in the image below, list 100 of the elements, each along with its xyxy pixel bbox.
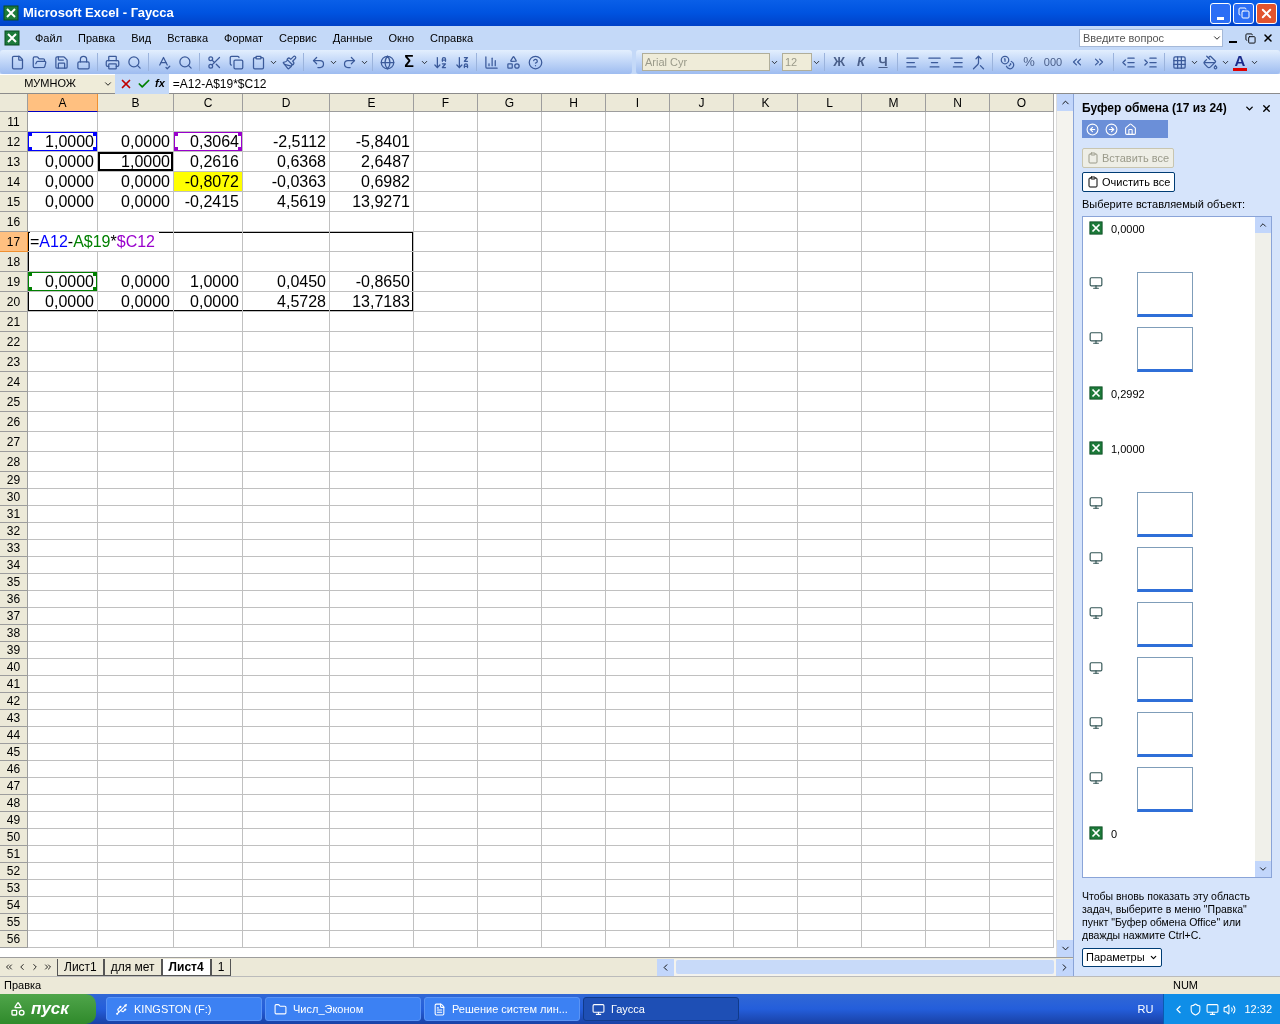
formula-editor[interactable]: =A12-A$19*$C12 — [30, 232, 159, 251]
column-header[interactable]: F — [414, 94, 478, 112]
clipboard-item[interactable]: 1,0000 — [1111, 440, 1145, 457]
row-header[interactable]: 49 — [0, 812, 28, 829]
column-header[interactable]: L — [798, 94, 862, 112]
sheet-tab[interactable]: для мет — [103, 958, 162, 976]
language-indicator[interactable]: RU — [1137, 1000, 1154, 1018]
menu-item[interactable]: Вставка — [160, 29, 215, 47]
row-header[interactable]: 16 — [0, 212, 28, 232]
thumbnail-image[interactable] — [1137, 326, 1193, 372]
clipboard-item[interactable]: 0,2992 — [1111, 385, 1145, 402]
row-header[interactable]: 19 — [0, 272, 28, 292]
row-header[interactable]: 46 — [0, 761, 28, 778]
help-search-box[interactable]: Введите вопрос — [1079, 29, 1223, 47]
taskbar-button[interactable]: KINGSTON (F:) — [106, 997, 262, 1021]
row-header[interactable]: 51 — [0, 846, 28, 863]
row-header[interactable]: 11 — [0, 112, 28, 132]
column-header[interactable]: G — [478, 94, 542, 112]
menu-item[interactable]: Сервис — [272, 29, 324, 47]
row-header[interactable]: 29 — [0, 472, 28, 489]
help-search-field[interactable]: Введите вопрос — [1080, 30, 1212, 46]
column-header[interactable]: O — [990, 94, 1054, 112]
volume-icon[interactable] — [1223, 1002, 1237, 1016]
row-header[interactable]: 37 — [0, 608, 28, 625]
row-header[interactable]: 33 — [0, 540, 28, 557]
row-header[interactable]: 22 — [0, 332, 28, 352]
font-color-button[interactable]: A — [1230, 53, 1250, 71]
horizontal-scrollbar[interactable] — [657, 958, 1073, 976]
sheet-tab[interactable]: Лист4 — [161, 958, 211, 976]
options-button[interactable]: Параметры — [1082, 947, 1162, 967]
last-sheet-icon[interactable] — [43, 962, 53, 972]
row-header[interactable]: 48 — [0, 795, 28, 812]
shield-icon[interactable] — [1189, 1002, 1203, 1016]
row-header[interactable]: 52 — [0, 863, 28, 880]
column-header[interactable]: D — [243, 94, 330, 112]
row-header[interactable]: 21 — [0, 312, 28, 332]
row-header[interactable]: 42 — [0, 693, 28, 710]
thumbnail-image[interactable] — [1137, 601, 1193, 647]
sheet-tab[interactable]: 1 — [210, 958, 232, 976]
row-header[interactable]: 50 — [0, 829, 28, 846]
row-header[interactable]: 28 — [0, 452, 28, 472]
forward-icon[interactable] — [1105, 122, 1118, 136]
next-sheet-icon[interactable] — [30, 962, 40, 972]
row-header[interactable]: 17 — [0, 232, 28, 252]
row-header[interactable]: 54 — [0, 897, 28, 914]
column-header[interactable]: J — [670, 94, 734, 112]
row-header[interactable]: 53 — [0, 880, 28, 897]
menu-item[interactable]: Данные — [325, 29, 380, 47]
row-header[interactable]: 55 — [0, 914, 28, 931]
menu-item[interactable]: Файл — [28, 29, 70, 47]
dropdown-icon[interactable] — [1212, 33, 1222, 43]
percent-button[interactable]: % — [1018, 52, 1040, 72]
taskbar-button[interactable]: Числ_Эконом — [265, 997, 421, 1021]
bold-button[interactable]: Ж — [828, 52, 850, 72]
row-header[interactable]: 41 — [0, 676, 28, 693]
menu-item[interactable]: Правка — [71, 29, 123, 47]
column-header[interactable]: M — [862, 94, 926, 112]
italic-button[interactable]: К — [850, 52, 872, 72]
previous-sheet-icon[interactable] — [17, 962, 27, 972]
thousands-button[interactable]: 000 — [1040, 53, 1066, 71]
sheet-tab[interactable]: Лист1 — [57, 958, 104, 976]
underline-button[interactable]: Ч — [872, 52, 894, 72]
clipboard-item[interactable]: 0,0000 — [1111, 220, 1145, 237]
column-header[interactable]: A — [28, 94, 98, 112]
autosum-button[interactable]: Σ — [398, 50, 420, 74]
thumbnail-image[interactable] — [1137, 656, 1193, 702]
menu-item[interactable]: Формат — [217, 29, 271, 47]
row-header[interactable]: 32 — [0, 523, 28, 540]
row-header[interactable]: 40 — [0, 659, 28, 676]
row-header[interactable]: 25 — [0, 392, 28, 412]
close-document-icon[interactable] — [1262, 32, 1274, 44]
formula-field[interactable]: =A12-A$19*$C12 — [172, 74, 267, 93]
row-header[interactable]: 24 — [0, 372, 28, 392]
minimize-button[interactable] — [1210, 2, 1231, 24]
row-header[interactable]: 47 — [0, 778, 28, 795]
row-header[interactable]: 15 — [0, 192, 28, 212]
close-pane-icon[interactable] — [1261, 102, 1272, 114]
thumbnail-image[interactable] — [1137, 766, 1193, 812]
row-header[interactable]: 20 — [0, 292, 28, 312]
row-header[interactable]: 34 — [0, 557, 28, 574]
column-header[interactable]: C — [174, 94, 243, 112]
column-header[interactable]: B — [98, 94, 174, 112]
row-header[interactable]: 39 — [0, 642, 28, 659]
taskbar-button[interactable]: Решение систем лин... — [424, 997, 580, 1021]
restore-button[interactable] — [1233, 2, 1254, 24]
restore-document-icon[interactable] — [1245, 32, 1256, 44]
insert-function-button[interactable]: fx — [155, 75, 165, 92]
first-sheet-icon[interactable] — [4, 962, 14, 972]
vertical-scrollbar[interactable] — [1056, 94, 1073, 957]
menu-item[interactable]: Вид — [124, 29, 159, 47]
row-header[interactable]: 23 — [0, 352, 28, 372]
row-header[interactable]: 12 — [0, 132, 28, 152]
row-header[interactable]: 18 — [0, 252, 28, 272]
home-icon[interactable] — [1124, 122, 1137, 136]
column-header[interactable]: E — [330, 94, 414, 112]
row-header[interactable]: 44 — [0, 727, 28, 744]
row-header[interactable]: 14 — [0, 172, 28, 192]
menu-item[interactable]: Справка — [423, 29, 481, 47]
list-scrollbar[interactable] — [1255, 216, 1271, 877]
name-box[interactable]: МУМНОЖ — [0, 74, 100, 93]
